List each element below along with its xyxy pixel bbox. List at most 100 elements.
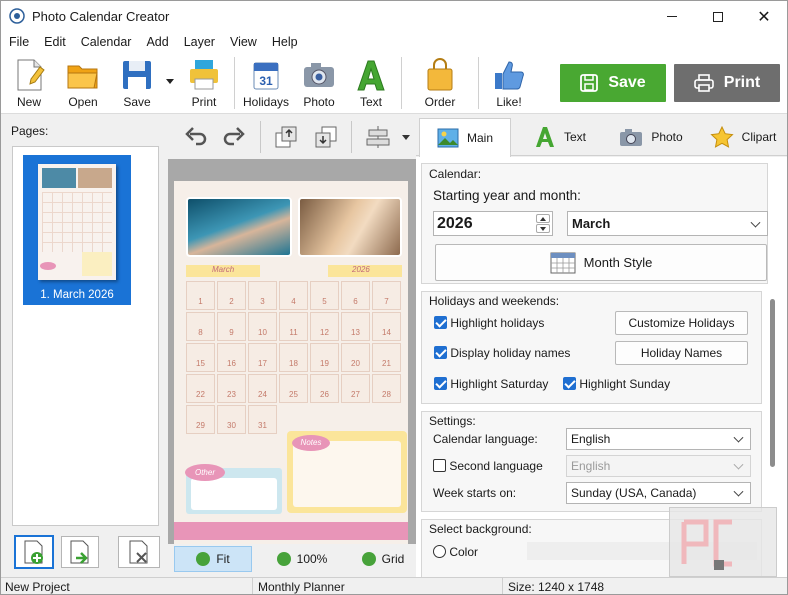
delete-page-button[interactable] [118,536,160,568]
order-button[interactable]: Order [420,55,460,111]
menu-file[interactable]: File [1,32,36,53]
menu-add[interactable]: Add [138,32,175,53]
canvas-area: ‹‹‹‹‹‹ March 2026 1234567891011121314151… [168,115,416,577]
holidays-label: Holidays [242,95,290,109]
like-button[interactable]: Like! [489,55,529,111]
calendar-day-cell: 21 [372,343,401,372]
menu-help[interactable]: Help [264,32,305,53]
properties-scrollbar[interactable] [770,299,775,467]
print-button[interactable]: Print [184,55,224,111]
calendar-day-cell: 26 [310,374,339,403]
second-language-checkbox[interactable]: Second language [433,459,543,473]
menu-bar: File Edit Calendar Add Layer View Help [1,32,787,53]
floppy-disk-icon [123,61,151,89]
picture-icon [437,128,459,148]
notes-box[interactable]: Notes [287,431,407,513]
text-button[interactable]: Text [351,55,391,111]
letter-a-icon [357,60,385,91]
month-style-button[interactable]: Month Style [435,244,767,281]
tab-clipart-label: Clipart [741,130,777,144]
month-select[interactable]: March [567,211,768,236]
new-button[interactable]: New [9,55,49,111]
customize-holidays-button[interactable]: Customize Holidays [615,311,748,335]
menu-view[interactable]: View [222,32,264,53]
highlight-holidays-checkbox[interactable]: Highlight holidays [434,316,544,330]
year-up-button[interactable] [536,214,550,223]
folder-icon [67,65,98,89]
close-icon: ✕ [757,8,771,26]
save-dropdown-arrow-icon[interactable] [166,79,174,84]
second-language-select[interactable]: English [566,455,751,477]
calendar-page[interactable]: March 2026 1 2 3 4 5 6 7 8 9 10 11 12 13 14 15 16 17 18 19… [174,181,408,544]
calendar-photo-1[interactable] [186,197,292,257]
print-big-button[interactable]: Print [674,64,780,102]
send-backward-icon[interactable] [314,125,338,149]
tab-text[interactable]: Text [518,118,602,156]
photo-button[interactable]: Photo [299,55,339,111]
other-label: Other [185,464,225,481]
save-big-button[interactable]: Save [560,64,666,102]
menu-layer[interactable]: Layer [176,32,222,53]
calendar-grid: 1 2 3 4 5 6 7 8 9 10 11 12 13 14 15 16 17 18 19 20 21 22 23 24 2… [186,281,402,434]
bring-forward-icon[interactable] [274,125,298,149]
week-starts-select[interactable]: Sunday (USA, Canada) [566,482,751,504]
page-thumbnail-1[interactable]: 1. March 2026 [23,155,131,305]
calendar-year-header: 2026 [328,265,402,277]
calendar-language-select[interactable]: English [566,428,751,450]
calendar-language-label: Calendar language: [433,432,538,446]
close-button[interactable]: ✕ [741,1,787,32]
maximize-button[interactable] [695,1,741,32]
properties-tabs: Main Text Photo Clipart [416,118,787,157]
calendar-photo-2[interactable] [298,197,402,257]
year-down-button[interactable] [536,224,550,233]
other-box[interactable]: Other [185,464,282,514]
insert-page-button[interactable] [61,536,99,568]
open-button[interactable]: Open [63,55,103,111]
menu-calendar[interactable]: Calendar [73,32,139,53]
calendar-day-cell: 14 [372,312,401,341]
tab-photo[interactable]: Photo [608,118,694,156]
tab-main[interactable]: Main [419,118,511,157]
year-spinner[interactable]: 2026 [433,211,553,236]
second-language-label: Second language [449,459,543,473]
align-icon[interactable] [365,125,391,149]
holidays-button[interactable]: 31 Holidays [243,55,289,111]
tab-clipart[interactable]: Clipart [700,118,786,156]
status-bar: New Project Monthly Planner Size: 1240 x… [1,577,787,594]
status-template: Monthly Planner [258,580,345,594]
radio-unchecked-icon [433,545,446,558]
align-dropdown-arrow-icon[interactable] [402,135,410,140]
checkbox-checked-icon [434,346,447,359]
display-holiday-names-checkbox[interactable]: Display holiday names [434,346,570,360]
properties-panel: Main Text Photo Clipart Calendar: Starti… [416,115,787,577]
highlight-saturday-checkbox[interactable]: Highlight Saturday [434,377,548,391]
toolbar-separator [401,57,402,109]
color-radio[interactable]: Color [433,545,478,559]
calendar-day-cell: 15 [186,343,215,372]
add-page-button[interactable] [14,535,54,569]
holiday-names-button[interactable]: Holiday Names [615,341,748,365]
save-button[interactable]: Save [117,55,157,111]
grid-button[interactable]: Grid [358,546,408,572]
add-page-icon [24,540,43,564]
highlight-sunday-checkbox[interactable]: Highlight Sunday [563,377,670,391]
printer-icon [693,74,714,92]
fit-label: Fit [216,552,230,566]
thumb-grid [42,192,112,252]
toolbar-separator [234,57,235,109]
redo-icon[interactable] [222,124,246,148]
up-arrow-icon [540,216,546,221]
undo-icon[interactable] [184,124,208,148]
checkbox-checked-icon [434,316,447,329]
print-label: Print [191,95,217,109]
fit-button[interactable]: Fit [174,546,252,572]
menu-edit[interactable]: Edit [36,32,73,53]
zoom-100-button[interactable]: 100% [272,546,332,572]
calendar-day-cell: 5 [310,281,339,310]
properties-content: Calendar: Starting year and month: 2026 … [416,157,787,577]
notes-label: Notes [292,435,330,451]
minimize-button[interactable] [649,1,695,32]
floppy-disk-icon [580,74,599,92]
collapse-panel-handle[interactable]: ‹‹‹‹‹‹ [168,317,171,367]
app-window: Photo Calendar Creator ✕ File Edit Calen… [0,0,788,595]
